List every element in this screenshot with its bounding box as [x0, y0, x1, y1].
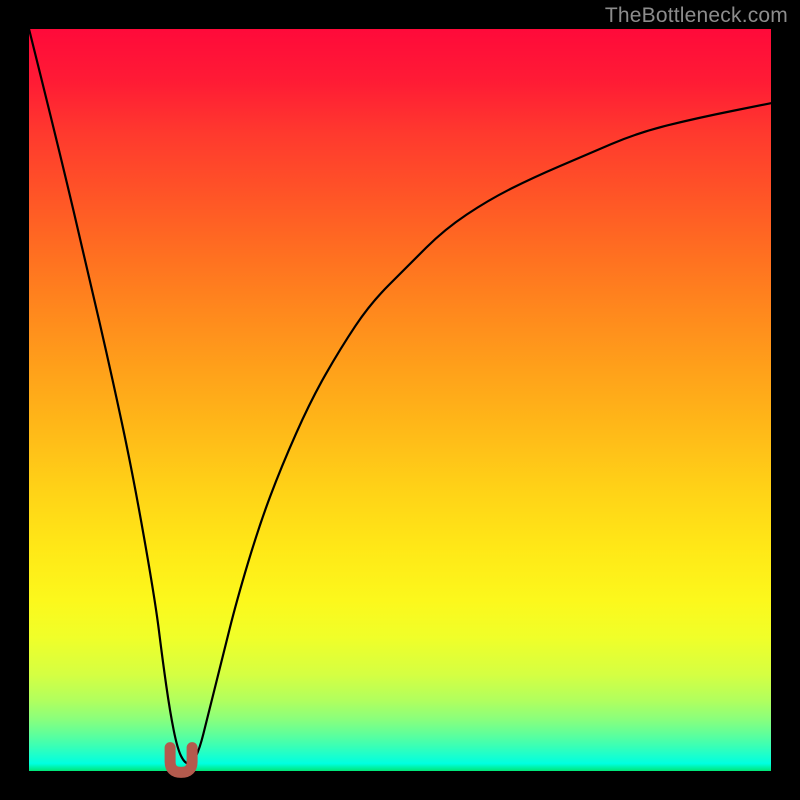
- chart-plot-area: [29, 29, 771, 771]
- optimal-point-marker: [29, 29, 771, 771]
- chart-frame: TheBottleneck.com: [0, 0, 800, 800]
- watermark-label: TheBottleneck.com: [605, 4, 788, 28]
